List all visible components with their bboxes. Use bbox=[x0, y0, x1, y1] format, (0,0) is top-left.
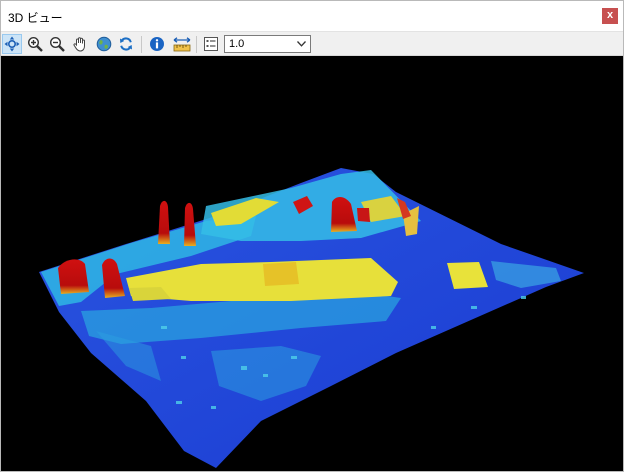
zoom-out-button[interactable] bbox=[47, 34, 67, 54]
3d-viewport[interactable] bbox=[1, 56, 623, 471]
zoom-in-icon bbox=[27, 36, 43, 52]
zoom-in-button[interactable] bbox=[25, 34, 45, 54]
globe-icon bbox=[96, 36, 112, 52]
ruler-icon bbox=[173, 37, 191, 52]
identify-button[interactable] bbox=[147, 34, 167, 54]
3d-view-window: 3D ビュー x 1.0 bbox=[0, 0, 624, 472]
toolbar: 1.0 bbox=[1, 31, 623, 56]
exaggeration-value: 1.0 bbox=[229, 38, 245, 50]
hand-icon bbox=[73, 37, 85, 52]
close-button[interactable]: x bbox=[602, 8, 618, 24]
settings-list-icon bbox=[204, 37, 218, 51]
refresh-button[interactable] bbox=[116, 34, 136, 54]
toolbar-separator bbox=[141, 36, 142, 53]
toolbar-separator bbox=[196, 36, 197, 53]
chevron-down-icon bbox=[297, 41, 306, 47]
pan-button[interactable] bbox=[70, 34, 90, 54]
window-title: 3D ビュー bbox=[8, 11, 63, 25]
title-bar: 3D ビュー x bbox=[1, 1, 623, 31]
full-extent-button[interactable] bbox=[94, 34, 114, 54]
zoom-out-icon bbox=[49, 36, 65, 52]
settings-button[interactable] bbox=[201, 34, 221, 54]
exaggeration-dropdown[interactable]: 1.0 bbox=[224, 35, 311, 53]
measure-button[interactable] bbox=[171, 34, 191, 54]
refresh-icon bbox=[120, 37, 132, 51]
navigate-button[interactable] bbox=[2, 34, 22, 54]
terrain-render bbox=[39, 168, 584, 468]
navigate-icon bbox=[4, 36, 20, 52]
info-icon bbox=[150, 37, 164, 51]
